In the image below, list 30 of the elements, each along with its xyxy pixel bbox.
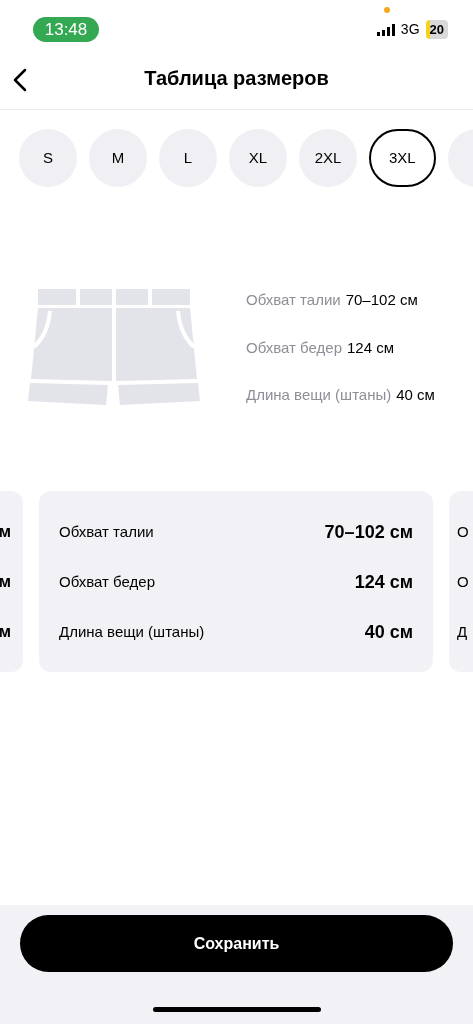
- size-chip[interactable]: 3XL: [369, 129, 436, 187]
- card-label: Длина вещи (штаны): [59, 621, 205, 642]
- card-label: Д: [457, 621, 468, 642]
- card-value: м: [0, 571, 11, 592]
- size-chip[interactable]: XL: [229, 129, 287, 187]
- measure-label: Обхват талии: [246, 290, 341, 311]
- card-label: Обхват бедер: [59, 571, 155, 592]
- card-label: Обхват талии: [59, 521, 154, 542]
- page-title: Таблица размеров: [144, 65, 329, 91]
- measure-value: 70–102 см: [345, 290, 418, 311]
- measure-label: Длина вещи (штаны): [246, 385, 392, 406]
- card-value: м: [0, 521, 11, 542]
- measure-value: 40 см: [396, 385, 435, 406]
- measure-label: Обхват бедер: [246, 337, 342, 358]
- card-value: 40 см: [364, 621, 413, 642]
- card-label: О: [457, 571, 469, 592]
- save-button[interactable]: Сохранить: [20, 915, 453, 972]
- battery-level: 20: [425, 19, 448, 40]
- card-value: 70–102 см: [324, 521, 413, 542]
- size-chip[interactable]: M: [89, 129, 147, 187]
- signal-icon: [376, 23, 395, 36]
- network-label: 3G: [400, 20, 420, 39]
- size-chip[interactable]: 2XL: [299, 129, 357, 187]
- status-time: 13:48: [33, 17, 99, 42]
- card-label: О: [457, 521, 469, 542]
- card-value: м: [0, 621, 11, 642]
- card-value: 124 см: [354, 571, 413, 592]
- measure-value: 124 см: [347, 337, 394, 358]
- size-chip[interactable]: L: [159, 129, 217, 187]
- size-chip[interactable]: S: [19, 129, 77, 187]
